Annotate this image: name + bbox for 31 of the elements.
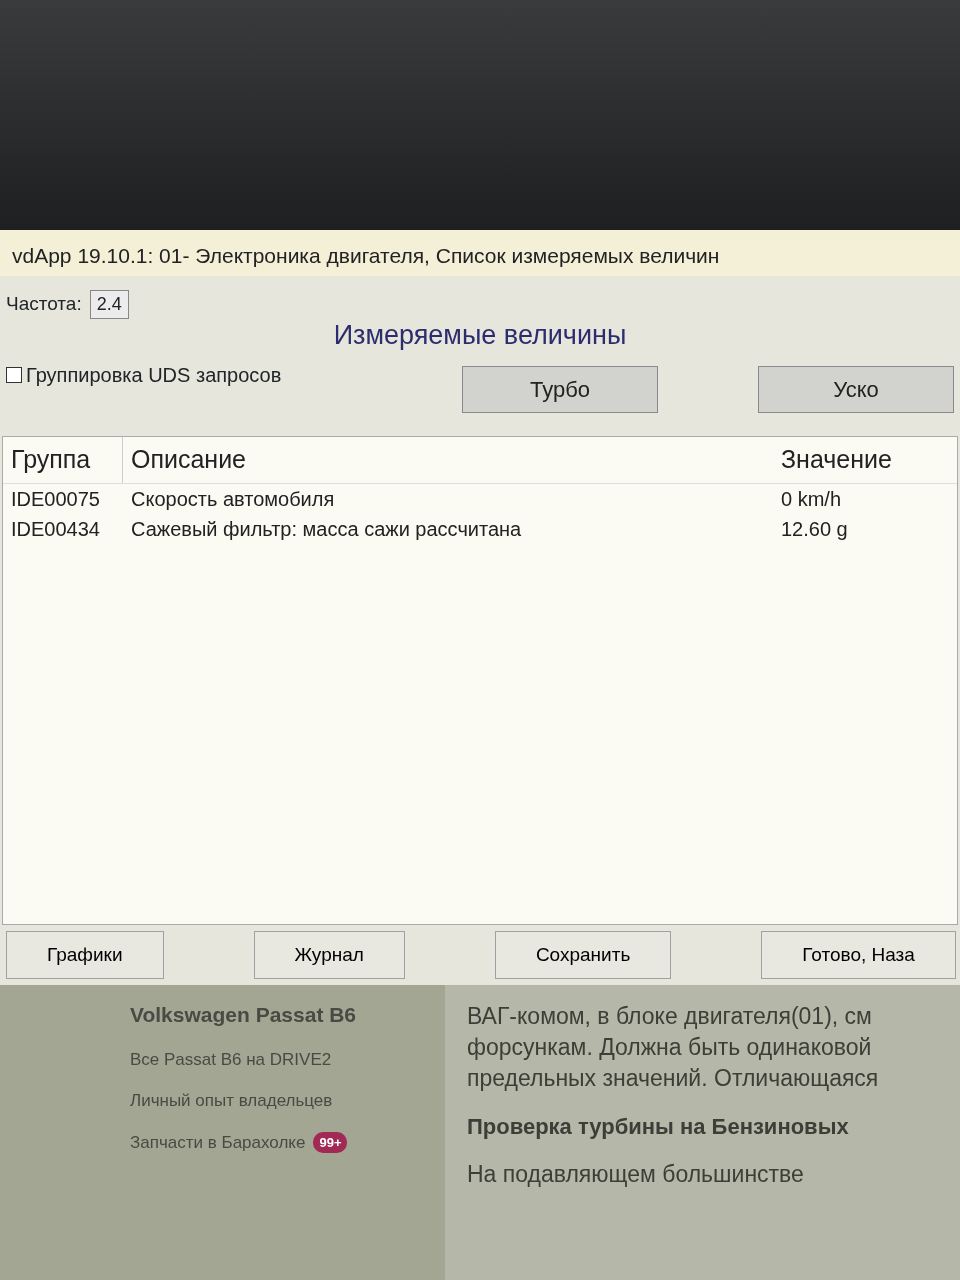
frequency-label: Частота:	[6, 292, 82, 317]
panel-heading: Измеряемые величины	[332, 319, 628, 352]
toolbar-button[interactable]: Уско	[758, 365, 954, 413]
table-cell-text: Скорость автомобиля	[130, 486, 336, 512]
table-cell-text: IDE00075	[10, 486, 101, 512]
sidebar-link[interactable]: Все Passat B6 на DRIVE2	[130, 1046, 332, 1072]
toolbar-button[interactable]: Турбо	[462, 365, 658, 413]
article-text: предельных значений. Отличающаяся	[467, 1064, 880, 1094]
table-cell-text: Сажевый фильтр: масса сажи рассчитана	[130, 516, 523, 542]
article-heading: Проверка турбины на Бензиновых	[467, 1113, 850, 1142]
sidebar-title: Volkswagen Passat B6	[130, 1002, 358, 1028]
frequency-field[interactable]: 2.4	[89, 290, 129, 319]
sidebar-link[interactable]: Личный опыт владельцев	[130, 1088, 333, 1114]
column-header: Описание	[130, 444, 248, 475]
article-text: На подавляющем большинстве	[467, 1160, 805, 1190]
dialog-button[interactable]: Сохранить	[494, 931, 672, 979]
window-title: vdApp 19.10.1: 01- Электроника двигателя, Список измеряемых величин	[0, 230, 960, 276]
table-cell-text: IDE00434	[10, 516, 101, 542]
article-text: ВАГ-комом, в блоке двигателя(01), см	[467, 1002, 873, 1031]
sidebar-link[interactable]: Запчасти в Барахолке	[130, 1129, 306, 1155]
checkbox[interactable]	[6, 366, 22, 383]
checkbox-label: Группировка UDS запросов	[26, 362, 282, 388]
column-header: Значение	[780, 444, 893, 475]
article-text: форсункам. Должна быть одинаковой	[467, 1033, 873, 1063]
column-header: Группа	[3, 437, 123, 483]
dialog-button[interactable]: Готово, Наза	[761, 931, 956, 979]
dialog-button[interactable]: Журнал	[253, 931, 405, 979]
table-cell-text: 0 km/h	[780, 486, 843, 512]
table-cell-text: 12.60 g	[780, 516, 849, 542]
dialog-button[interactable]: Графики	[6, 931, 164, 979]
count-badge: 99+	[313, 1131, 348, 1153]
